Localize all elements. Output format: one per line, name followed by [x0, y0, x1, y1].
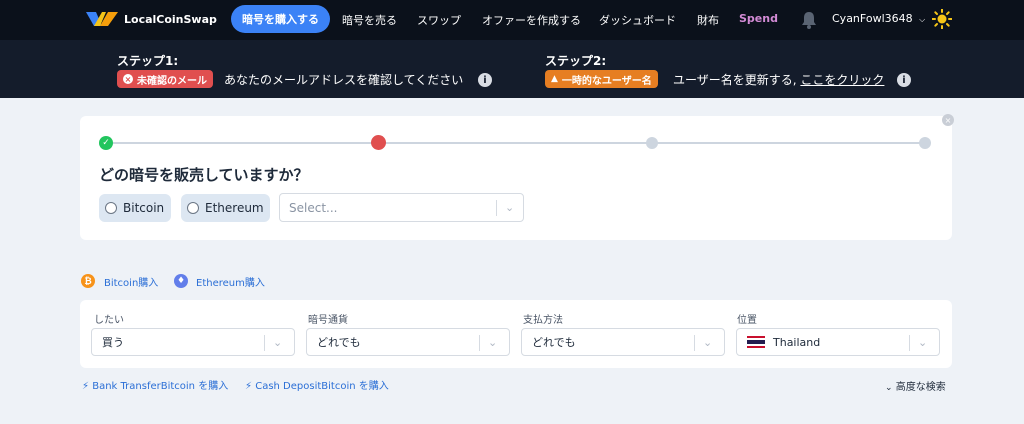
crypto-select[interactable]: Select... ⌄: [279, 193, 524, 222]
chevron-down-icon: ⌄: [703, 336, 713, 349]
want-select[interactable]: 買う ⌄: [91, 328, 295, 356]
chevron-down-icon: ⌄: [488, 336, 498, 349]
update-username-text: ユーザー名を更新する, ここをクリック: [673, 71, 884, 88]
logo-icon: [86, 12, 118, 26]
step-pending-dot: [646, 137, 658, 149]
nav-create-offer[interactable]: オファーを作成する: [482, 12, 581, 28]
brand-name: LocalCoinSwap: [124, 12, 217, 26]
progress-line: [378, 142, 652, 144]
bell-icon[interactable]: [801, 11, 817, 29]
radio-icon: [105, 202, 117, 214]
divider: [909, 335, 910, 351]
advanced-search-label: 高度な検索: [895, 382, 946, 393]
bolt-icon: ⚡︎: [245, 381, 253, 392]
option-bitcoin[interactable]: Bitcoin: [99, 194, 171, 222]
thailand-flag-icon: [747, 336, 765, 348]
step2-title: ステップ2:: [545, 54, 607, 68]
crypto-filter-select[interactable]: どれでも ⌄: [306, 328, 510, 356]
close-icon[interactable]: ×: [942, 114, 954, 126]
quick-link-label: Cash DepositBitcoin を購入: [255, 381, 389, 392]
step-complete-check-icon: ✓: [99, 136, 113, 150]
chevron-down-icon: ⌄: [885, 383, 893, 393]
nav-swap[interactable]: スワップ: [417, 12, 461, 28]
payment-method-select[interactable]: どれでも ⌄: [521, 328, 725, 356]
onboarding-steps-banner: [0, 40, 1024, 98]
update-username-label: ユーザー名を更新する,: [673, 73, 797, 87]
radio-icon: [187, 202, 199, 214]
divider: [264, 335, 265, 351]
badge-label: 一時的なユーザー名: [561, 75, 652, 87]
info-icon[interactable]: i: [897, 73, 911, 87]
verify-email-text: あなたのメールアドレスを確認してください: [224, 73, 464, 87]
username: CyanFowl3648: [832, 12, 913, 25]
divider: [496, 200, 497, 216]
step1-title: ステップ1:: [117, 54, 179, 68]
divider: [694, 335, 695, 351]
unverified-email-badge: × 未確認のメール: [117, 70, 213, 88]
bolt-icon: ⚡︎: [82, 381, 90, 392]
location-select[interactable]: Thailand ⌄: [736, 328, 940, 356]
buy-bitcoin-link[interactable]: Bitcoin購入: [104, 274, 158, 289]
option-label: Bitcoin: [123, 201, 165, 215]
progress-line: [652, 142, 926, 144]
step-pending-dot: [919, 137, 931, 149]
warning-icon: ▲: [551, 74, 558, 84]
location-label: 位置: [737, 315, 757, 326]
advanced-search-toggle[interactable]: ⌄ 高度な検索: [885, 378, 946, 393]
nav-dashboard[interactable]: ダッシュボード: [599, 12, 676, 28]
crypto-label: 暗号通貨: [308, 315, 348, 326]
option-ethereum[interactable]: Ethereum: [181, 194, 270, 222]
crypto-value: どれでも: [317, 336, 361, 349]
payment-label: 支払方法: [523, 315, 563, 326]
option-label: Ethereum: [205, 201, 264, 215]
nav-spend[interactable]: Spend: [739, 12, 778, 25]
quick-link-label: Bank TransferBitcoin を購入: [92, 381, 229, 392]
nav-sell-crypto[interactable]: 暗号を売る: [342, 12, 397, 28]
bitcoin-icon: ₿: [81, 274, 95, 288]
buy-ethereum-link[interactable]: Ethereum購入: [196, 274, 265, 289]
top-navbar: LocalCoinSwap 暗号を購入する 暗号を売る スワップ オファーを作成…: [0, 0, 1024, 40]
sell-question: どの暗号を販売していますか？: [99, 166, 309, 184]
quick-link-bank-transfer[interactable]: ⚡︎ Bank TransferBitcoin を購入: [82, 377, 228, 392]
nav-buy-crypto[interactable]: 暗号を購入する: [231, 5, 330, 33]
progress-line: [106, 142, 378, 144]
x-circle-icon: ×: [123, 74, 133, 84]
nav-wallet[interactable]: 財布: [697, 12, 719, 28]
chevron-down-icon: ⌄: [505, 201, 515, 214]
chevron-down-icon: ⌄: [918, 336, 928, 349]
select-placeholder: Select...: [289, 200, 338, 215]
user-menu[interactable]: CyanFowl3648 ⌵: [832, 12, 925, 25]
step-current-dot: [371, 135, 386, 150]
click-here-link[interactable]: ここをクリック: [800, 73, 884, 87]
badge-label: 未確認のメール: [137, 75, 207, 87]
payment-value: どれでも: [532, 336, 576, 349]
want-value: 買う: [102, 336, 124, 349]
divider: [479, 335, 480, 351]
chevron-down-icon: ⌄: [273, 336, 283, 349]
quick-link-cash-deposit[interactable]: ⚡︎ Cash DepositBitcoin を購入: [245, 377, 389, 392]
sun-icon[interactable]: [932, 9, 952, 29]
ethereum-icon: ♦: [174, 274, 188, 288]
temporary-username-badge: ▲ 一時的なユーザー名: [545, 70, 658, 88]
want-label: したい: [94, 315, 124, 326]
info-icon[interactable]: i: [478, 73, 492, 87]
brand-logo[interactable]: LocalCoinSwap: [86, 10, 217, 28]
location-value: Thailand: [773, 335, 821, 349]
chevron-down-icon: ⌵: [919, 15, 926, 24]
